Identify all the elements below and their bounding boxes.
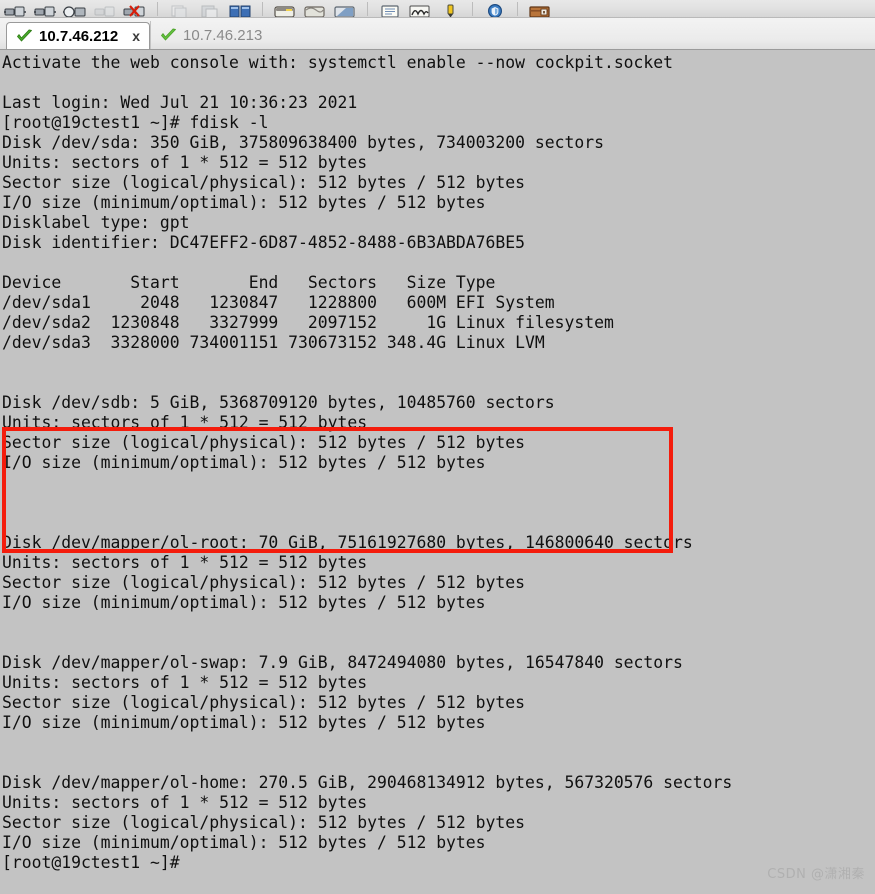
- toolbar-group-tools: [375, 0, 465, 17]
- copy-paste-icon[interactable]: [225, 0, 255, 17]
- session-tab-bar: 10.7.46.212 x 10.7.46.213: [0, 18, 875, 50]
- toolbar-separator: [262, 2, 263, 16]
- tab-10-7-46-212[interactable]: 10.7.46.212 x: [6, 22, 151, 49]
- connect-disabled-icon: [90, 0, 120, 17]
- green-check-icon: [17, 29, 32, 41]
- green-check-icon: [161, 28, 176, 40]
- toolbar-separator: [367, 2, 368, 16]
- toolbar-group-toolbox: [525, 0, 555, 17]
- watermark: CSDN @潇湘秦: [767, 867, 865, 882]
- tab-10-7-46-213[interactable]: 10.7.46.213: [150, 21, 271, 49]
- toolbar-separator: [517, 2, 518, 16]
- notes-icon[interactable]: [375, 0, 405, 17]
- script-icon[interactable]: [405, 0, 435, 17]
- terminal-text: Activate the web console with: systemctl…: [2, 53, 733, 872]
- disconnect-all-icon[interactable]: [120, 0, 150, 17]
- toolbar-separator: [472, 2, 473, 16]
- highlight-pen-icon[interactable]: [435, 0, 465, 17]
- close-icon[interactable]: x: [132, 29, 140, 43]
- toolbox-icon[interactable]: [525, 0, 555, 17]
- copy-icon[interactable]: [165, 0, 195, 17]
- paste-icon[interactable]: [195, 0, 225, 17]
- toolbar-separator: [157, 2, 158, 16]
- toolbar-group-security: [480, 0, 510, 17]
- connect-all-icon[interactable]: [30, 0, 60, 17]
- disconnect-icon[interactable]: [60, 0, 90, 17]
- terminal-output-pane[interactable]: Activate the web console with: systemctl…: [0, 50, 875, 894]
- tab-label: 10.7.46.213: [183, 26, 263, 44]
- toolbar-group-windows: [270, 0, 360, 17]
- toolbar-group-clipboard: [165, 0, 255, 17]
- terminal-log-icon[interactable]: [270, 0, 300, 17]
- connect-icon[interactable]: [0, 0, 30, 17]
- toolbar-group-connections: [0, 0, 150, 17]
- file-transfer-icon[interactable]: [330, 0, 360, 17]
- application-toolbar: [0, 0, 875, 18]
- security-shield-icon[interactable]: [480, 0, 510, 17]
- tab-label: 10.7.46.212: [39, 27, 119, 45]
- session-log-icon[interactable]: [300, 0, 330, 17]
